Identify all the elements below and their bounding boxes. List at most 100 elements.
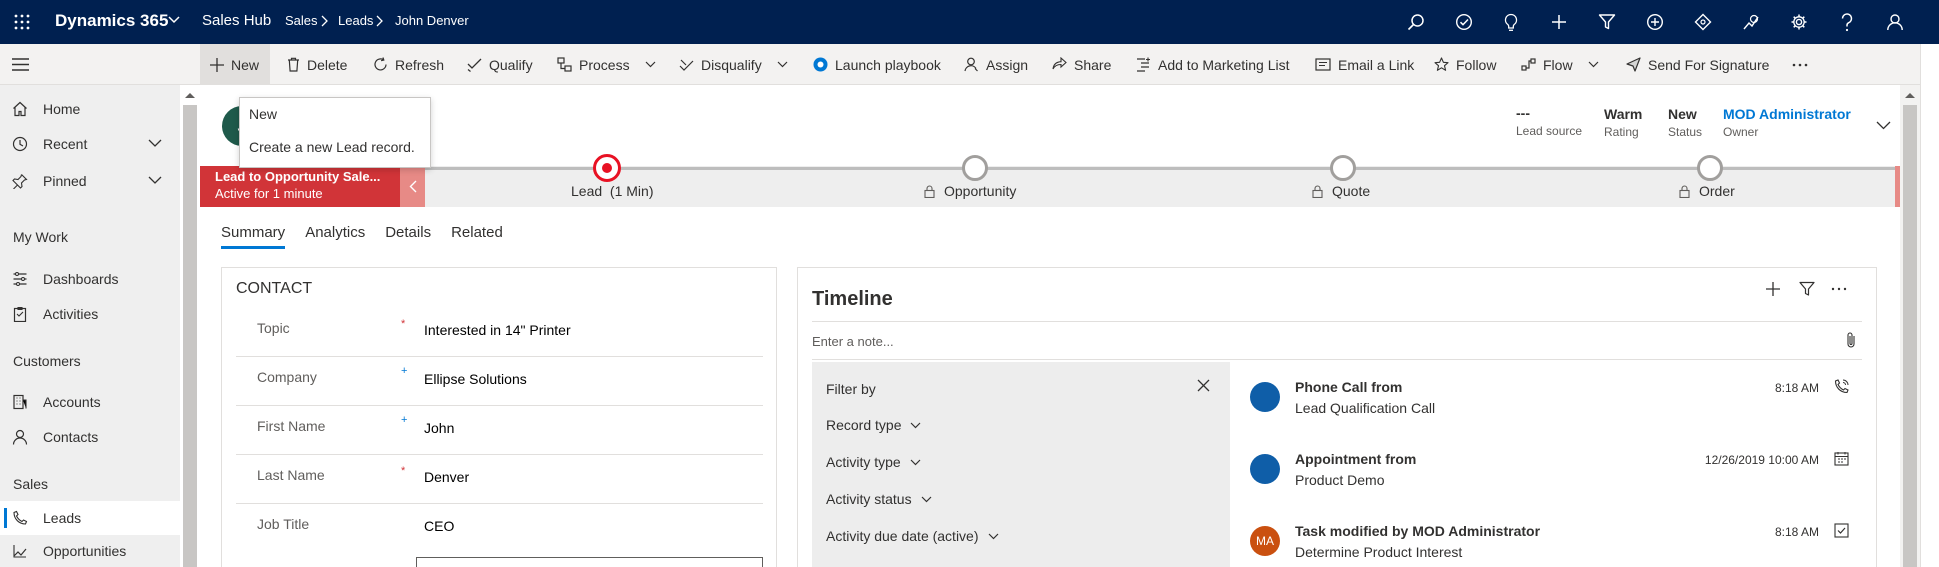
tab-analytics[interactable]: Analytics [305, 224, 365, 251]
process-button[interactable]: Process [557, 44, 656, 85]
bpf-previous-button[interactable] [400, 166, 425, 207]
timeline-item[interactable]: Appointment from Product Demo 12/26/2019… [1230, 434, 1862, 506]
email-a-link-button[interactable]: Email a Link [1315, 44, 1414, 85]
filter-by-label: Filter by [826, 381, 876, 397]
timeline-filter-pane: Filter by Record type Activity type Acti… [812, 362, 1230, 567]
timeline-add-icon[interactable] [1765, 281, 1781, 297]
header-field-status[interactable]: New Status [1668, 106, 1708, 139]
close-filter-icon[interactable] [1197, 379, 1210, 392]
nav-item-activities[interactable]: Activities [0, 299, 180, 329]
add-circle-icon[interactable] [1641, 8, 1669, 36]
search-icon[interactable] [1402, 8, 1430, 36]
qualify-button[interactable]: Qualify [467, 44, 533, 85]
lightbulb-icon[interactable] [1497, 8, 1525, 36]
send-for-signature-button[interactable]: Send For Signature [1626, 44, 1769, 85]
breadcrumb-sales[interactable]: Sales [285, 0, 318, 44]
timeline-filter-icon[interactable] [1799, 281, 1815, 297]
breadcrumb-separator-icon [321, 15, 329, 27]
puzzle-icon[interactable] [1689, 8, 1717, 36]
timeline-item-subject[interactable]: Determine Product Interest [1295, 544, 1462, 560]
breadcrumb-leads[interactable]: Leads [338, 0, 373, 44]
header-field-rating[interactable]: Warm Rating [1604, 106, 1654, 139]
insights-icon[interactable] [1737, 8, 1765, 36]
area-name[interactable]: Sales Hub [202, 0, 271, 44]
chevron-down-icon[interactable] [148, 176, 162, 184]
company-field[interactable]: Ellipse Solutions [424, 371, 527, 387]
nav-item-leads[interactable]: Leads [0, 501, 180, 535]
bpf-stage-opportunity-label[interactable]: Opportunity [944, 183, 1016, 199]
timeline-item-subject[interactable]: Lead Qualification Call [1295, 400, 1435, 416]
share-button[interactable]: Share [1052, 44, 1111, 85]
filter-icon[interactable] [1593, 8, 1621, 36]
help-icon[interactable] [1833, 8, 1861, 36]
task-flow-icon[interactable] [1450, 8, 1478, 36]
form-scrollbar-thumb[interactable] [1903, 105, 1917, 567]
form-scrollbar[interactable] [1900, 85, 1920, 567]
chevron-down-icon[interactable] [148, 139, 162, 147]
new-button[interactable]: New [200, 44, 270, 85]
launch-playbook-button[interactable]: Launch playbook [813, 44, 941, 85]
nav-item-contacts[interactable]: Contacts [0, 422, 180, 452]
header-field-lead-source[interactable]: --- Lead source [1516, 105, 1586, 138]
timeline-item[interactable]: MA Task modified by MOD Administrator De… [1230, 506, 1862, 567]
job-title-field[interactable]: CEO [424, 518, 454, 534]
nav-scrollbar[interactable] [180, 85, 200, 567]
bpf-stage-quote-label[interactable]: Quote [1332, 183, 1370, 199]
refresh-button[interactable]: Refresh [373, 44, 444, 85]
timeline-item-time: 8:18 AM [1774, 381, 1819, 395]
nav-item-opportunities[interactable]: Opportunities [0, 536, 180, 566]
bpf-stage-quote-marker[interactable] [1330, 155, 1356, 181]
bpf-stage-opportunity-marker[interactable] [962, 155, 988, 181]
disqualify-button[interactable]: Disqualify [679, 44, 788, 85]
chevron-down-icon [988, 533, 998, 539]
app-launcher-icon[interactable] [8, 8, 36, 36]
nav-item-home[interactable]: Home [0, 94, 180, 124]
nav-scrollbar-thumb[interactable] [183, 105, 197, 567]
bpf-stage-order-marker[interactable] [1697, 155, 1723, 181]
next-field-input[interactable] [416, 557, 763, 567]
hamburger-menu-icon[interactable] [12, 58, 29, 71]
bpf-stage-order-label[interactable]: Order [1699, 183, 1735, 199]
tab-summary[interactable]: Summary [221, 224, 286, 251]
header-expand-chevron-icon[interactable] [1876, 121, 1891, 130]
add-to-marketing-list-button[interactable]: Add to Marketing List [1136, 44, 1290, 85]
assign-button[interactable]: Assign [964, 44, 1028, 85]
attachment-icon[interactable] [1845, 331, 1857, 349]
user-profile-icon[interactable] [1881, 8, 1909, 36]
plus-icon[interactable] [1545, 8, 1573, 36]
phone-person-icon [12, 510, 28, 526]
filter-record-type[interactable]: Record type [826, 417, 921, 433]
timeline-item[interactable]: Phone Call from Lead Qualification Call … [1230, 362, 1862, 434]
filter-activity-type[interactable]: Activity type [826, 454, 921, 470]
field-label: Last Name [257, 467, 325, 483]
clipboard-icon [12, 306, 28, 322]
delete-button[interactable]: Delete [287, 44, 347, 85]
timeline-item-subject[interactable]: Product Demo [1295, 472, 1384, 488]
last-name-field[interactable]: Denver [424, 469, 469, 485]
nav-item-dashboards[interactable]: Dashboards [0, 264, 180, 294]
nav-item-recent[interactable]: Recent [0, 129, 180, 159]
header-field-owner[interactable]: MOD Administrator Owner [1723, 106, 1863, 139]
app-name[interactable]: Dynamics 365 [55, 0, 168, 44]
filter-activity-status[interactable]: Activity status [826, 491, 932, 507]
timeline-more-icon[interactable] [1831, 287, 1847, 291]
tab-related[interactable]: Related [451, 224, 503, 251]
nav-item-pinned[interactable]: Pinned [0, 166, 180, 196]
bpf-process-header[interactable]: Lead to Opportunity Sale... Active for 1… [200, 166, 400, 207]
flow-icon [1521, 58, 1536, 71]
topic-field[interactable]: Interested in 14" Printer [424, 322, 571, 338]
field-row-last-name: Last Name * Denver [236, 455, 763, 504]
settings-gear-icon[interactable] [1785, 8, 1813, 36]
app-switcher-chevron-icon[interactable] [168, 16, 180, 24]
nav-item-accounts[interactable]: Accounts [0, 387, 180, 417]
first-name-field[interactable]: John [424, 420, 454, 436]
bpf-stage-lead-marker[interactable] [593, 154, 621, 182]
more-commands-icon[interactable] [1792, 44, 1808, 85]
chevron-down-icon [910, 459, 921, 465]
filter-activity-due-date[interactable]: Activity due date (active) [826, 528, 999, 544]
follow-button[interactable]: Follow [1434, 44, 1496, 85]
flow-button[interactable]: Flow [1521, 44, 1599, 85]
bpf-stage-lead-label[interactable]: Lead (1 Min) [571, 183, 653, 199]
note-input[interactable]: Enter a note... [812, 322, 1862, 360]
tab-details[interactable]: Details [385, 224, 431, 251]
